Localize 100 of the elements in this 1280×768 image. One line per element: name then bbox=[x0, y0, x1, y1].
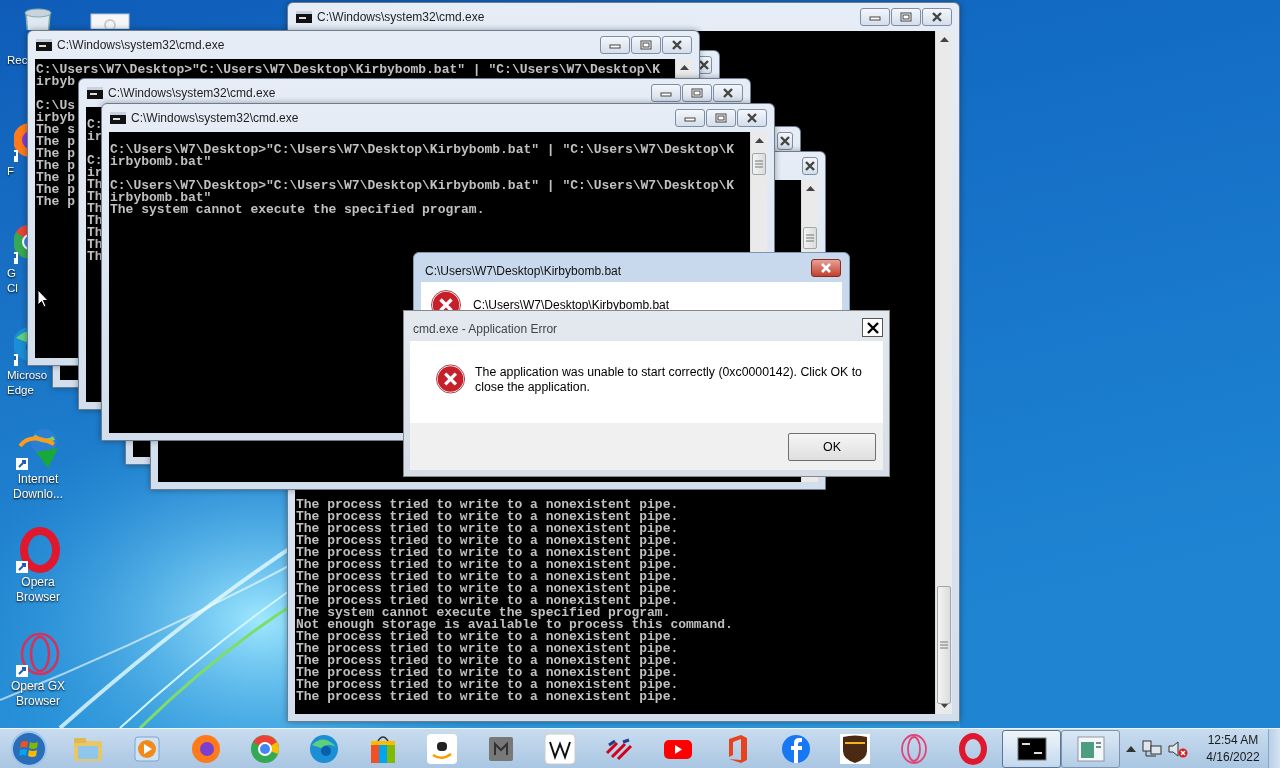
scroll-thumb[interactable] bbox=[803, 227, 817, 249]
show-hidden-icons-button[interactable] bbox=[1126, 745, 1136, 752]
console-line: The process tried to write to a nonexistent pipe. bbox=[296, 547, 679, 559]
down-arrow-icon[interactable] bbox=[939, 703, 949, 708]
console-line: The system cannot execute the specified program. bbox=[110, 204, 485, 216]
up-arrow-icon[interactable] bbox=[939, 37, 949, 42]
close-button[interactable] bbox=[802, 157, 818, 175]
up-arrow-icon[interactable] bbox=[805, 186, 815, 191]
console-line: The p bbox=[36, 184, 75, 196]
console-line: The p bbox=[36, 172, 75, 184]
clock-time[interactable]: 12:54 AM bbox=[1207, 731, 1259, 749]
maximize-icon bbox=[715, 113, 727, 123]
console-line: C:\Users\W7\Desktop>"C:\Users\W7\Desktop\Kirbybomb.bat" | "C:\Users\W7\Desktop\K bbox=[36, 64, 661, 76]
dialog-message: The application was unable to start correctly (0xc0000142). Click OK to close the application. bbox=[475, 364, 863, 395]
network-button[interactable] bbox=[1142, 739, 1162, 758]
console-line: The process tried to write to a nonexistent pipe. bbox=[296, 583, 679, 595]
close-button[interactable] bbox=[811, 259, 841, 277]
console-line: The process tried to write to a nonexistent pipe. bbox=[296, 691, 679, 703]
up-arrow-icon[interactable] bbox=[679, 65, 689, 70]
smile-tile-icon bbox=[425, 732, 458, 765]
console-line: The s bbox=[36, 124, 75, 136]
close-button[interactable] bbox=[662, 36, 692, 54]
icon-label: F bbox=[6, 164, 15, 179]
document-icon[interactable] bbox=[90, 13, 130, 29]
close-icon bbox=[671, 40, 683, 50]
icon-label: Microso Edge bbox=[6, 368, 48, 398]
console-icon bbox=[87, 87, 103, 99]
minimize-button[interactable] bbox=[651, 84, 681, 102]
browser-icon bbox=[307, 732, 340, 765]
close-icon bbox=[931, 12, 943, 22]
taskbar-button[interactable] bbox=[1002, 729, 1061, 768]
social-icon bbox=[779, 732, 812, 765]
console-line: C:\Users\W7\Desktop>"C:\Users\W7\Desktop\Kirbybomb.bat" | "C:\Users\W7\Desktop\K bbox=[110, 144, 735, 156]
minimize-icon bbox=[660, 89, 672, 97]
close-button[interactable] bbox=[922, 8, 952, 26]
close-icon bbox=[820, 263, 832, 273]
scroll-thumb[interactable] bbox=[937, 586, 951, 704]
up-arrow-icon bbox=[1126, 745, 1136, 752]
icon-label: G Cl bbox=[6, 266, 18, 296]
maximize-icon bbox=[900, 12, 912, 22]
close-icon bbox=[746, 113, 758, 123]
console-line: C: bbox=[87, 119, 103, 131]
close-button[interactable] bbox=[737, 109, 767, 127]
close-icon bbox=[866, 321, 879, 334]
browser-icon bbox=[189, 732, 222, 765]
ring-icon[interactable] bbox=[14, 527, 62, 575]
console-icon bbox=[36, 39, 52, 51]
window-title: C:\Windows\system32\cmd.exe bbox=[131, 110, 299, 127]
console-line: The process tried to write to a nonexistent pipe. bbox=[296, 511, 679, 523]
maximize-icon bbox=[691, 88, 703, 98]
error-icon bbox=[436, 364, 466, 394]
console-line: The process tried to write to a nonexistent pipe. bbox=[296, 643, 679, 655]
minimize-button[interactable] bbox=[860, 8, 890, 26]
grip-icon bbox=[940, 641, 948, 649]
network-icon bbox=[1142, 739, 1162, 758]
up-arrow-icon[interactable] bbox=[754, 138, 764, 143]
console-line: Not enough storage is available to process this command. bbox=[296, 619, 733, 631]
ring-icon bbox=[956, 732, 989, 765]
console-line: ir bbox=[87, 131, 103, 143]
window-title: C:\Windows\system32\cmd.exe bbox=[57, 37, 225, 54]
tile-icon bbox=[543, 732, 576, 765]
minimize-icon bbox=[684, 114, 696, 122]
maximize-button[interactable] bbox=[682, 84, 712, 102]
console-line: The process tried to write to a nonexistent pipe. bbox=[296, 631, 679, 643]
clock-date[interactable]: 4/16/2022 bbox=[1206, 748, 1260, 766]
close-icon bbox=[698, 60, 710, 70]
shield-icon bbox=[838, 732, 871, 765]
console-line: The process tried to write to a nonexistent pipe. bbox=[296, 559, 679, 571]
dialog-title: C:\Users\W7\Desktop\Kirbybomb.bat bbox=[425, 263, 622, 280]
console-line: The process tried to write to a nonexistent pipe. bbox=[296, 679, 679, 691]
close-icon bbox=[779, 136, 791, 146]
grip-icon bbox=[806, 234, 814, 242]
console-line: The p bbox=[36, 160, 75, 172]
volume-button[interactable] bbox=[1168, 739, 1188, 758]
maximize-icon bbox=[640, 40, 652, 50]
close-icon bbox=[804, 161, 816, 171]
console-line: The process tried to write to a nonexistent pipe. bbox=[296, 595, 679, 607]
close-button[interactable] bbox=[713, 84, 743, 102]
window-title: C:\Windows\system32\cmd.exe bbox=[108, 85, 276, 102]
console-line: C:\Us bbox=[36, 100, 75, 112]
close-icon bbox=[722, 88, 734, 98]
scroll-thumb[interactable] bbox=[752, 153, 766, 175]
browser-icon bbox=[248, 732, 281, 765]
console-line: The process tried to write to a nonexistent pipe. bbox=[296, 667, 679, 679]
window-title: C:\Windows\system32\cmd.exe bbox=[317, 9, 485, 26]
icon-label: Opera Browser bbox=[16, 575, 60, 605]
console-icon bbox=[110, 112, 126, 124]
ok-button[interactable]: OK bbox=[788, 433, 876, 461]
console-line: The process tried to write to a nonexistent pipe. bbox=[296, 535, 679, 547]
console-line: The process tried to write to a nonexistent pipe. bbox=[296, 499, 679, 511]
console-line: The process tried to write to a nonexistent pipe. bbox=[296, 571, 679, 583]
close-button[interactable] bbox=[777, 132, 793, 150]
minimize-button[interactable] bbox=[675, 109, 705, 127]
console-line: irbybomb.bat" bbox=[110, 192, 212, 204]
ring-icon[interactable] bbox=[14, 631, 62, 679]
close-button[interactable] bbox=[862, 318, 883, 337]
console-line: The system cannot execute the specified program. bbox=[296, 607, 671, 619]
console-line: The process tried to write to a nonexistent pipe. bbox=[296, 523, 679, 535]
minimize-button[interactable] bbox=[600, 36, 630, 54]
dialog-title: cmd.exe - Application Error bbox=[413, 321, 558, 338]
